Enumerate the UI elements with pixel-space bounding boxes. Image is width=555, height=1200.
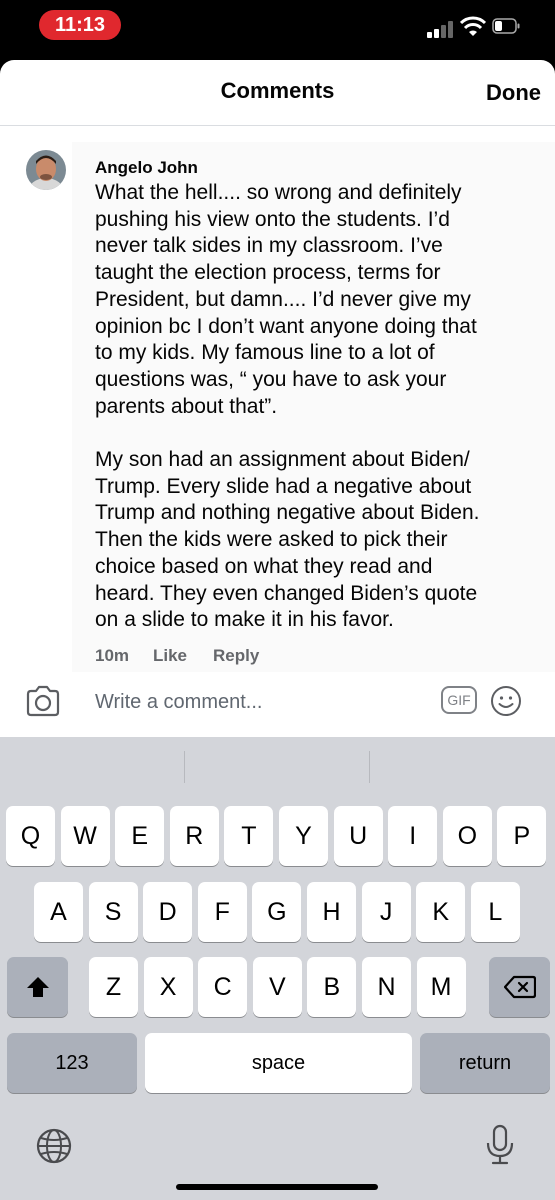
key-v[interactable]: V [252,957,302,1017]
like-button[interactable]: Like [153,646,187,666]
key-h[interactable]: H [307,882,356,942]
key-k[interactable]: K [416,882,466,942]
comment-meta: 10m Like Reply [95,646,259,666]
key-c[interactable]: C [198,957,248,1017]
smiley-icon[interactable] [490,685,522,717]
comment-timestamp: 10m [95,646,130,665]
comment-input[interactable]: Write a comment... [95,691,262,714]
done-button[interactable]: Done [486,80,541,106]
comment-composer: Write a comment... GIF [0,675,555,737]
status-bar: 11:13 [0,0,555,60]
cellular-signal-icon [427,20,457,38]
gif-icon[interactable]: GIF [441,686,477,714]
globe-icon[interactable] [34,1126,74,1166]
key-x[interactable]: X [143,957,193,1017]
key-m[interactable]: M [416,957,466,1017]
key-a[interactable]: A [34,882,83,942]
delete-icon [503,975,536,999]
key-g[interactable]: G [252,882,302,942]
key-q[interactable]: Q [6,806,55,866]
wifi-icon [460,16,486,36]
battery-icon [492,18,520,34]
key-i[interactable]: I [388,806,438,866]
space-key[interactable]: space [145,1033,412,1093]
key-n[interactable]: N [362,957,411,1017]
numbers-key[interactable]: 123 [7,1033,137,1093]
comments-header: Comments Done [0,60,555,126]
delete-key[interactable] [489,957,550,1017]
page-title: Comments [220,78,335,103]
key-r[interactable]: R [169,806,219,866]
key-e[interactable]: E [115,806,165,866]
avatar[interactable] [26,150,66,190]
key-l[interactable]: L [470,882,520,942]
key-o[interactable]: O [442,806,492,866]
comment-text: What the hell.... so wrong and definitel… [95,181,480,632]
home-indicator [176,1184,378,1190]
key-y[interactable]: Y [279,806,328,866]
key-p[interactable]: P [497,806,547,866]
key-d[interactable]: D [143,882,193,942]
key-j[interactable]: J [361,882,411,942]
key-f[interactable]: F [197,882,247,942]
prediction-divider [369,751,370,783]
key-u[interactable]: U [333,806,383,866]
return-key[interactable]: return [420,1033,550,1093]
shift-icon [26,977,49,997]
microphone-icon[interactable] [484,1124,516,1166]
key-s[interactable]: S [88,882,138,942]
comments-sheet: Comments Done Angelo John What the hell.… [0,60,555,737]
key-w[interactable]: W [60,806,110,866]
key-b[interactable]: B [307,957,357,1017]
key-z[interactable]: Z [89,957,138,1017]
prediction-divider [184,751,185,783]
comment-author[interactable]: Angelo John [95,158,198,178]
reply-button[interactable]: Reply [213,646,259,666]
key-t[interactable]: T [224,806,274,866]
camera-icon[interactable] [25,685,61,717]
shift-key[interactable] [7,957,68,1017]
status-time: 11:13 [39,10,121,40]
